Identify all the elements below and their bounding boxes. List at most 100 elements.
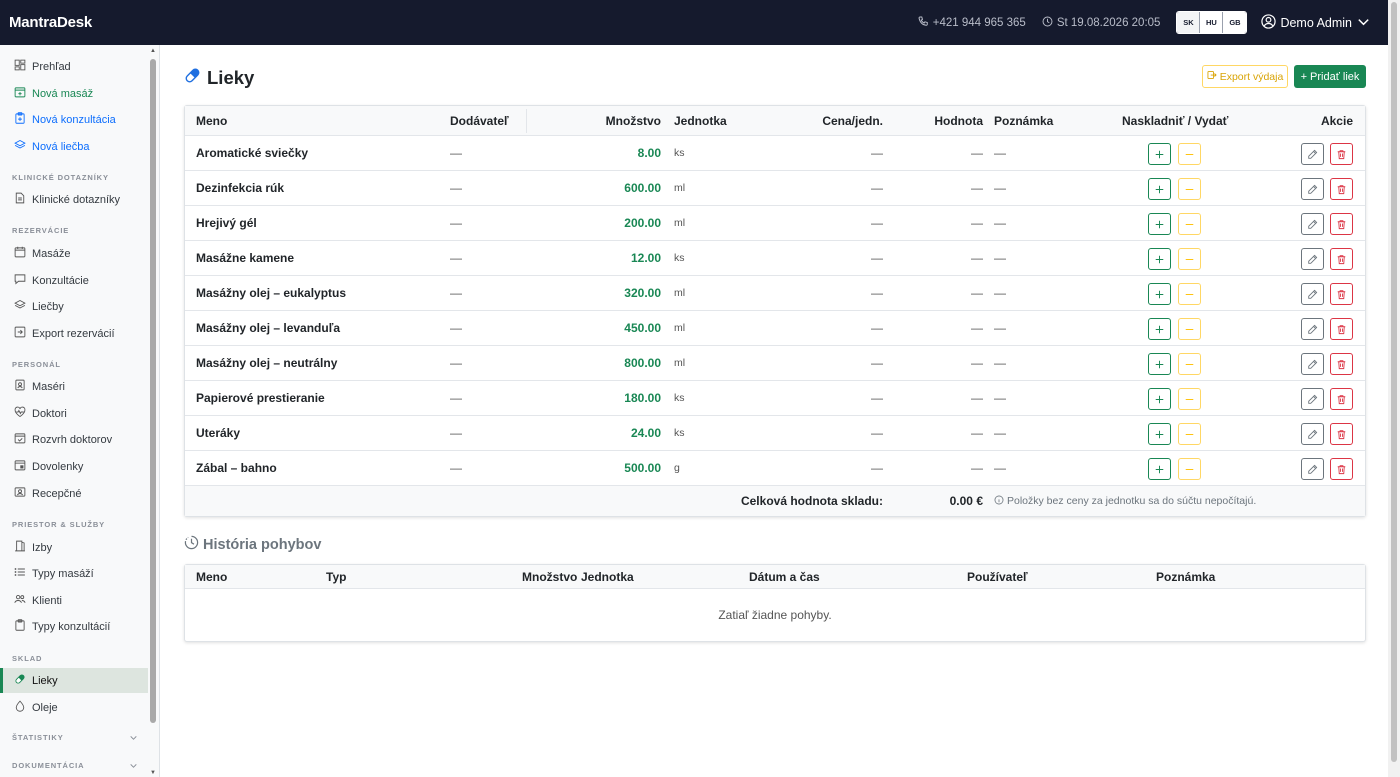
stock-out-button[interactable] (1178, 423, 1201, 445)
scroll-up-arrow-icon[interactable]: ▲ (149, 47, 157, 55)
sidebar-scrollbar[interactable]: ▲ ▼ (149, 45, 157, 777)
add-medicine-button[interactable]: + Pridať liek (1294, 65, 1366, 88)
delete-button[interactable] (1330, 423, 1353, 445)
sidebar-item-vacations[interactable]: Dovolenky (0, 454, 148, 479)
scroll-down-arrow-icon[interactable]: ▼ (149, 769, 157, 777)
table-row: Masážny olej – eukalyptus — 320.00 ml — — — (185, 276, 1365, 311)
stock-out-button[interactable] (1178, 248, 1201, 270)
sidebar-item-new-massage[interactable]: Nová masáž (0, 81, 148, 106)
stock-out-button[interactable] (1178, 388, 1201, 410)
sidebar-item-massages[interactable]: Masáže (0, 241, 148, 266)
chevron-down-icon (1356, 14, 1371, 32)
edit-button[interactable] (1301, 178, 1324, 200)
lang-hu-button[interactable]: HU (1200, 12, 1224, 33)
section-stats[interactable]: ŠTATISTIKY (12, 733, 138, 744)
brand-logo[interactable]: MantraDesk (9, 14, 92, 31)
delete-button[interactable] (1330, 283, 1353, 305)
stock-out-button[interactable] (1178, 353, 1201, 375)
stock-in-button[interactable] (1148, 248, 1171, 270)
delete-button[interactable] (1330, 458, 1353, 480)
export-button[interactable]: Export výdaja (1202, 65, 1288, 88)
page-scrollbar[interactable] (1388, 0, 1400, 777)
section-docs[interactable]: DOKUMENTÁCIA (12, 761, 138, 772)
supplier-cell: — (450, 356, 462, 370)
sidebar-item-export-reservations[interactable]: Export rezervácií (0, 321, 148, 346)
pencil-icon (1307, 324, 1318, 335)
sidebar-item-oils[interactable]: Oleje (0, 695, 148, 720)
unit-price-cell: — (871, 251, 883, 265)
sidebar-item-medicines[interactable]: Lieky (0, 668, 148, 693)
capsule-icon (14, 673, 26, 688)
sidebar-item-new-treatment[interactable]: Nová liečba (0, 134, 148, 159)
user-menu[interactable]: Demo Admin (1261, 13, 1371, 32)
plus-icon (1154, 219, 1165, 230)
stock-in-button[interactable] (1148, 283, 1171, 305)
delete-button[interactable] (1330, 318, 1353, 340)
sidebar-item-overview[interactable]: Prehľad (0, 54, 148, 79)
edit-button[interactable] (1301, 283, 1324, 305)
sidebar-item-consultations[interactable]: Konzultácie (0, 268, 148, 293)
stock-in-button[interactable] (1148, 353, 1171, 375)
sidebar-item-massage-types[interactable]: Typy masáží (0, 561, 148, 586)
minus-icon (1184, 184, 1195, 195)
page-scrollbar-thumb[interactable] (1391, 2, 1397, 762)
delete-button[interactable] (1330, 388, 1353, 410)
datetime-info: St 19.08.2026 20:05 (1042, 16, 1160, 30)
edit-button[interactable] (1301, 388, 1324, 410)
delete-button[interactable] (1330, 248, 1353, 270)
stock-out-button[interactable] (1178, 178, 1201, 200)
edit-button[interactable] (1301, 213, 1324, 235)
sidebar-item-label: Lieky (32, 674, 58, 687)
quantity-cell: 24.00 (630, 426, 661, 440)
stock-out-button[interactable] (1178, 213, 1201, 235)
sidebar-item-doctors[interactable]: Doktori (0, 401, 148, 426)
sidebar-item-label: Typy masáží (32, 567, 94, 580)
stock-in-button[interactable] (1148, 143, 1171, 165)
sidebar-item-masseurs[interactable]: Maséri (0, 374, 148, 399)
table-row: Uteráky — 24.00 ks — — — (185, 416, 1365, 451)
stock-in-button[interactable] (1148, 388, 1171, 410)
edit-button[interactable] (1301, 423, 1324, 445)
trash-icon (1336, 149, 1347, 160)
sidebar-item-receptionists[interactable]: Recepčné (0, 481, 148, 506)
sidebar-scrollbar-thumb[interactable] (150, 59, 156, 723)
stock-in-button[interactable] (1148, 178, 1171, 200)
edit-button[interactable] (1301, 143, 1324, 165)
delete-button[interactable] (1330, 213, 1353, 235)
sidebar-item-label: Doktori (32, 407, 67, 420)
medicines-table: Meno Dodávateľ Množstvo Jednotka Cena/je… (184, 105, 1366, 517)
stock-in-button[interactable] (1148, 318, 1171, 340)
lang-sk-button[interactable]: SK (1177, 12, 1201, 33)
stock-out-button[interactable] (1178, 283, 1201, 305)
edit-button[interactable] (1301, 248, 1324, 270)
sidebar-item-new-consultation[interactable]: Nová konzultácia (0, 107, 148, 132)
stock-in-button[interactable] (1148, 213, 1171, 235)
minus-icon (1184, 464, 1195, 475)
sidebar-item-consultation-types[interactable]: Typy konzultácií (0, 614, 148, 639)
unit-cell: g (674, 462, 680, 474)
chevron-down-icon (129, 733, 138, 744)
sidebar-item-clinical-forms[interactable]: Klinické dotazníky (0, 187, 148, 212)
sidebar-item-doctor-schedule[interactable]: Rozvrh doktorov (0, 427, 148, 452)
pencil-icon (1307, 394, 1318, 405)
stock-in-button[interactable] (1148, 458, 1171, 480)
stock-out-button[interactable] (1178, 143, 1201, 165)
sidebar-item-clients[interactable]: Klienti (0, 588, 148, 613)
lang-gb-button[interactable]: GB (1223, 12, 1247, 33)
stock-out-button[interactable] (1178, 318, 1201, 340)
edit-button[interactable] (1301, 318, 1324, 340)
sidebar-item-rooms[interactable]: Izby (0, 535, 148, 560)
stock-out-button[interactable] (1178, 458, 1201, 480)
table-row: Zábal – bahno — 500.00 g — — — (185, 451, 1365, 486)
sidebar-item-label: Klienti (32, 594, 62, 607)
hist-col-datetime: Dátum a čas (749, 569, 820, 584)
delete-button[interactable] (1330, 178, 1353, 200)
stock-in-button[interactable] (1148, 423, 1171, 445)
edit-button[interactable] (1301, 458, 1324, 480)
delete-button[interactable] (1330, 353, 1353, 375)
edit-button[interactable] (1301, 353, 1324, 375)
minus-icon (1184, 289, 1195, 300)
sidebar-item-treatments[interactable]: Liečby (0, 294, 148, 319)
medicine-name: Dezinfekcia rúk (196, 181, 285, 195)
delete-button[interactable] (1330, 143, 1353, 165)
